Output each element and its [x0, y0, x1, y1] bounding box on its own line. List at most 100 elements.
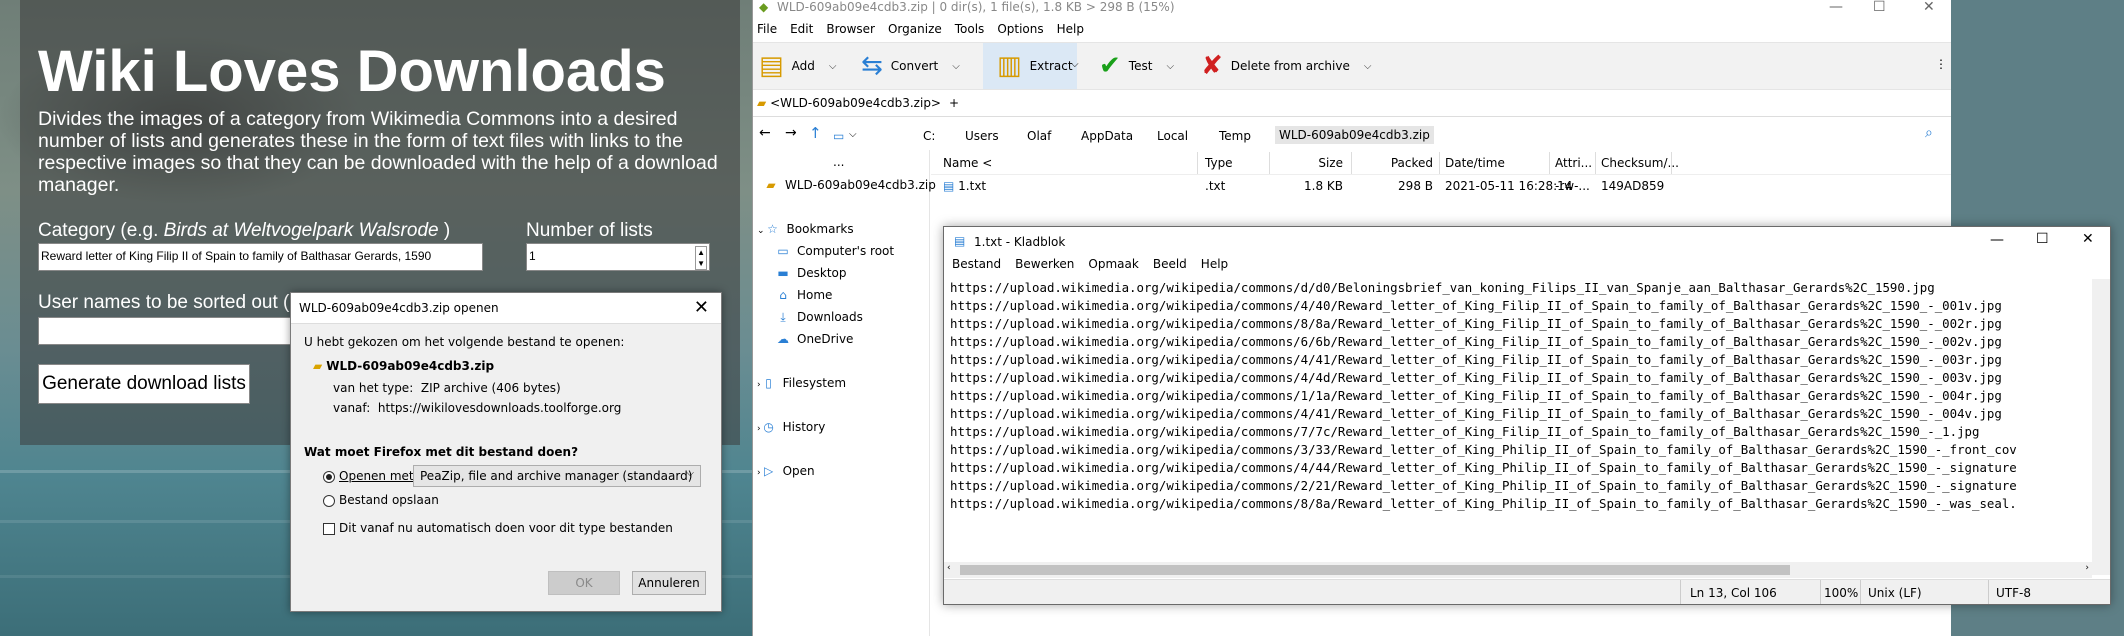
- file-size: 1.8 KB: [1304, 179, 1343, 193]
- menu-browser[interactable]: Browser: [826, 22, 875, 36]
- path-segment[interactable]: Olaf: [1027, 129, 1051, 143]
- num-lists-input[interactable]: 1 ▲ ▼: [526, 243, 710, 271]
- menu-edit[interactable]: Edit: [790, 22, 813, 36]
- forward-arrow-icon[interactable]: →: [785, 125, 797, 141]
- text-line: https://upload.wikimedia.org/wikipedia/c…: [950, 370, 2002, 385]
- home-icon: ⌂: [779, 288, 787, 302]
- horizontal-scrollbar[interactable]: ‹ ›: [944, 562, 2092, 578]
- convert-button[interactable]: ⇆ Convert ⌵: [861, 43, 960, 89]
- path-segment[interactable]: AppData: [1081, 129, 1133, 143]
- nav-home[interactable]: ⌂ Home: [775, 288, 832, 302]
- nav-history-label: History: [782, 420, 826, 434]
- path-segment-current[interactable]: WLD-609ab09e4cdb3.zip: [1275, 126, 1434, 144]
- close-icon[interactable]: ✕: [1923, 0, 1935, 15]
- nav-onedrive-label: OneDrive: [797, 332, 854, 346]
- generate-download-lists-button[interactable]: Generate download lists: [38, 364, 250, 404]
- menu-bewerken[interactable]: Bewerken: [1015, 257, 1074, 271]
- nav-history[interactable]: › ◷ History: [757, 420, 825, 434]
- chevron-down-icon[interactable]: ⌵: [829, 61, 837, 72]
- auto-label: Dit vanaf nu automatisch doen voor dit t…: [339, 521, 673, 535]
- nav-bookmarks-label: Bookmarks: [786, 222, 854, 236]
- nav-dots[interactable]: ...: [833, 155, 844, 169]
- save-file-radio[interactable]: [323, 495, 335, 507]
- close-icon[interactable]: ✕: [694, 297, 709, 318]
- menu-bestand[interactable]: Bestand: [952, 257, 1001, 271]
- usernames-label: User names to be sorted out ( e: [38, 292, 306, 313]
- dialog-from: vanaf: https://wikilovesdownloads.toolfo…: [333, 401, 621, 415]
- nav-desktop[interactable]: ▬ Desktop: [775, 266, 846, 280]
- menu-file[interactable]: File: [757, 22, 777, 36]
- menu-help[interactable]: Help: [1201, 257, 1228, 271]
- more-options-icon[interactable]: ⋮: [1935, 57, 1947, 71]
- nav-downloads[interactable]: ⤓ Downloads: [775, 310, 863, 325]
- chevron-down-icon[interactable]: ⌵: [1071, 59, 1079, 70]
- minimize-icon[interactable]: —: [1829, 0, 1843, 15]
- maximize-icon[interactable]: ☐: [2036, 231, 2049, 247]
- table-row[interactable]: ▤ 1.txt .txt 1.8 KB 298 B 2021-05-11 16:…: [931, 152, 1951, 202]
- path-segment[interactable]: Users: [965, 129, 999, 143]
- peazip-titlebar: ◆ WLD-609ab09e4cdb3.zip | 0 dir(s), 1 fi…: [753, 0, 1951, 16]
- close-icon[interactable]: ✕: [2082, 231, 2094, 247]
- menu-beeld[interactable]: Beeld: [1153, 257, 1187, 271]
- scroll-left-icon[interactable]: ‹: [947, 563, 951, 573]
- text-line: https://upload.wikimedia.org/wikipedia/c…: [950, 298, 2002, 313]
- scroll-right-icon[interactable]: ›: [2085, 563, 2089, 573]
- nav-computer[interactable]: ▭ Computer's root: [775, 244, 894, 258]
- nav-open[interactable]: › ▷ Open: [757, 464, 815, 478]
- minimize-icon[interactable]: —: [1990, 232, 2004, 248]
- text-line: https://upload.wikimedia.org/wikipedia/c…: [950, 442, 2017, 457]
- file-packed: 298 B: [1398, 179, 1433, 193]
- text-line: https://upload.wikimedia.org/wikipedia/c…: [950, 496, 2017, 511]
- computer-icon[interactable]: ▭: [833, 129, 844, 143]
- nav-filesystem[interactable]: › ▯ Filesystem: [757, 376, 846, 390]
- maximize-icon[interactable]: ☐: [1873, 0, 1886, 15]
- nav-archive[interactable]: ▰ WLD-609ab09e4cdb3.zip: [763, 178, 936, 192]
- chevron-down-icon[interactable]: ⌵: [849, 129, 857, 140]
- text-editor[interactable]: https://upload.wikimedia.org/wikipedia/c…: [950, 279, 2084, 575]
- chevron-down-icon[interactable]: ⌵: [1364, 61, 1372, 72]
- usernames-input[interactable]: [38, 317, 308, 345]
- zip-file-icon: ▰: [313, 359, 323, 373]
- category-input[interactable]: Reward letter of King Filip II of Spain …: [38, 243, 483, 271]
- drive-icon: ▯: [765, 376, 772, 390]
- search-icon[interactable]: ⌕: [1925, 125, 1933, 141]
- menu-opmaak[interactable]: Opmaak: [1088, 257, 1138, 271]
- text-line: https://upload.wikimedia.org/wikipedia/c…: [950, 334, 2002, 349]
- text-line: https://upload.wikimedia.org/wikipedia/c…: [950, 352, 2002, 367]
- peazip-app-icon: ◆: [759, 0, 769, 14]
- back-arrow-icon[interactable]: ←: [759, 125, 771, 141]
- vertical-scrollbar[interactable]: [2092, 279, 2110, 575]
- new-tab-button[interactable]: +: [949, 96, 959, 110]
- open-with-radio[interactable]: [323, 471, 335, 483]
- nav-open-label: Open: [782, 464, 815, 478]
- delete-button[interactable]: ✘ Delete from archive ⌵: [1201, 43, 1371, 89]
- menu-tools[interactable]: Tools: [955, 22, 985, 36]
- menu-help[interactable]: Help: [1057, 22, 1084, 36]
- scrollbar-thumb[interactable]: [960, 565, 1790, 575]
- dialog-titlebar: WLD-609ab09e4cdb3.zip openen ✕: [291, 293, 721, 324]
- nav-onedrive[interactable]: ☁ OneDrive: [775, 332, 853, 346]
- auto-checkbox[interactable]: [323, 523, 335, 535]
- up-arrow-icon[interactable]: ↑: [809, 124, 822, 142]
- chevron-down-icon[interactable]: ⌵: [952, 61, 960, 72]
- extract-button[interactable]: ▥ Extract: [983, 43, 1077, 89]
- nav-archive-label: WLD-609ab09e4cdb3.zip: [785, 178, 936, 192]
- tab-archive[interactable]: ▰ <WLD-609ab09e4cdb3.zip>: [757, 96, 941, 110]
- nav-bookmarks[interactable]: ⌄ ☆ Bookmarks: [757, 222, 854, 236]
- path-segment[interactable]: C:: [923, 129, 935, 143]
- path-segment[interactable]: Temp: [1219, 129, 1251, 143]
- ok-button[interactable]: OK: [548, 571, 620, 595]
- stepper-icon[interactable]: ▲ ▼: [695, 246, 707, 270]
- cancel-button[interactable]: Annuleren: [632, 571, 706, 595]
- menu-organize[interactable]: Organize: [888, 22, 942, 36]
- dialog-title: WLD-609ab09e4cdb3.zip openen: [299, 301, 499, 315]
- open-with-select[interactable]: PeaZip, file and archive manager (standa…: [413, 465, 701, 487]
- text-line: https://upload.wikimedia.org/wikipedia/c…: [950, 388, 2002, 403]
- chevron-down-icon[interactable]: ⌵: [1166, 61, 1174, 72]
- path-segment[interactable]: Local: [1157, 129, 1188, 143]
- checkmark-icon: ✔: [1099, 51, 1121, 81]
- menu-options[interactable]: Options: [997, 22, 1043, 36]
- test-button[interactable]: ✔ Test ⌵: [1099, 43, 1174, 89]
- add-button[interactable]: ▤ Add ⌵: [759, 43, 836, 89]
- peazip-title: WLD-609ab09e4cdb3.zip | 0 dir(s), 1 file…: [777, 0, 1175, 14]
